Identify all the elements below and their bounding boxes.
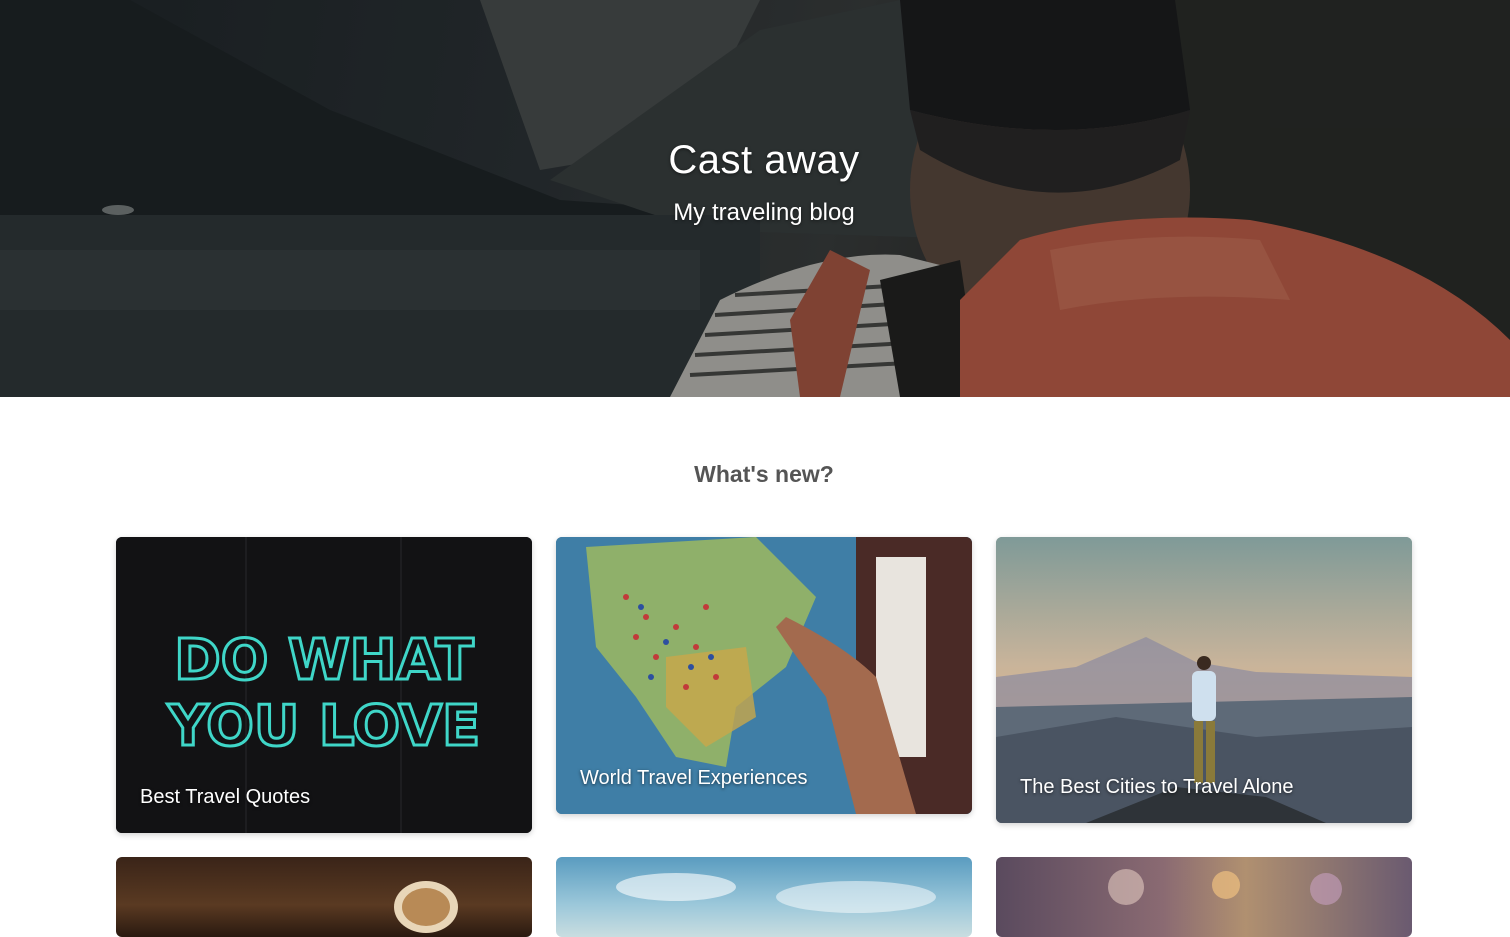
coffee-cup-image [394, 881, 458, 933]
neon-line-1: DO WHAT [174, 628, 473, 693]
city-lights-image [1108, 869, 1342, 905]
sky-image [616, 873, 936, 913]
section-title: What's new? [694, 461, 834, 487]
post-title: The Best Cities to Travel Alone [1020, 776, 1294, 798]
neon-line-2: YOU LOVE [167, 694, 481, 759]
hero-banner: Cast away My traveling blog [0, 0, 1510, 397]
post-card-best-cities-to-travel-alone[interactable]: The Best Cities to Travel Alone [996, 537, 1412, 823]
hero-text: Cast away My traveling blog [0, 138, 1510, 227]
post-card-best-travel-quotes[interactable]: DO WHAT YOU LOVE Best Travel Quotes [116, 537, 532, 833]
post-title: Best Travel Quotes [140, 786, 311, 808]
post-card-sky[interactable] [556, 857, 972, 937]
site-subtitle: My traveling blog [673, 199, 855, 226]
post-card-world-travel-experiences[interactable]: World Travel Experiences [556, 537, 972, 814]
site-title: Cast away [668, 138, 860, 182]
post-card-city-lights[interactable] [996, 857, 1412, 937]
post-card-coffee[interactable] [116, 857, 532, 937]
post-title: World Travel Experiences [580, 767, 808, 789]
